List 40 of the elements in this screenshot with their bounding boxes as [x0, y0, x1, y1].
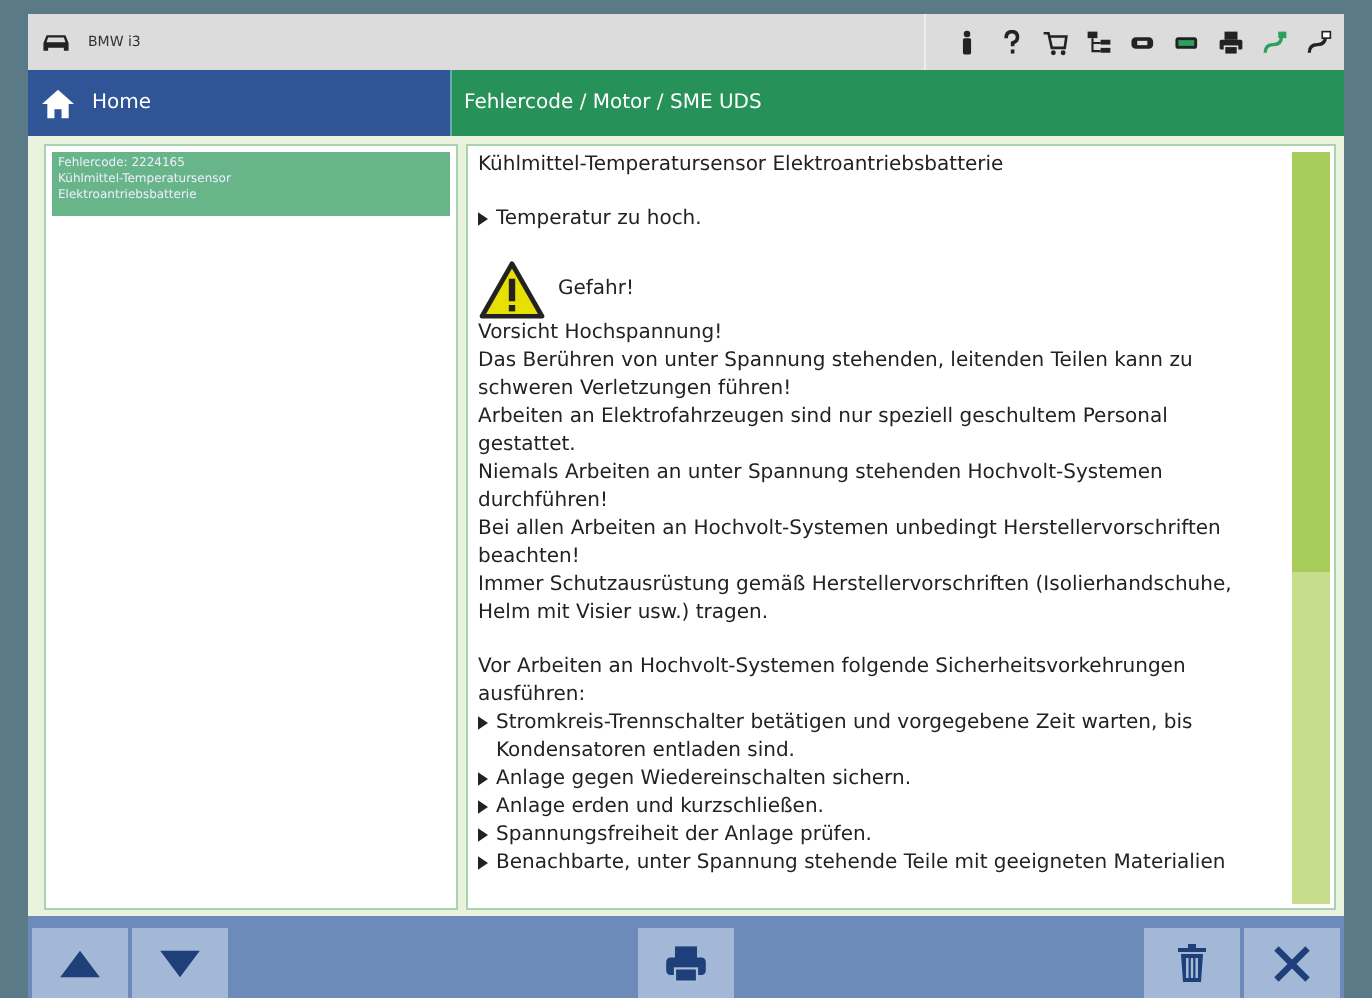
home-icon: [40, 87, 76, 119]
bullet-icon: [478, 716, 488, 730]
bullet-icon: [478, 828, 488, 842]
text-line: Niemals Arbeiten an unter Spannung stehenden Hochvolt-Systemen durchführen!: [478, 460, 1165, 516]
bullet-icon: [478, 772, 488, 786]
scrollbar[interactable]: [1292, 152, 1330, 904]
bullet-icon: [478, 800, 488, 814]
plug-icon[interactable]: [1306, 29, 1332, 55]
text-line: Bei allen Arbeiten an Hochvolt-Systemen unbedingt Herstellervorschriften beachten!: [478, 516, 1223, 572]
network-icon[interactable]: [1086, 29, 1112, 55]
text-line: Vor Arbeiten an Hochvolt-Systemen folgende Sicherheitsvorkehrungen ausführen:: [478, 654, 1188, 710]
bullet-text: Stromkreis-Trennschalter betätigen und vorgegebene Zeit warten, bis Kondensatoren entladen sind.: [496, 710, 1195, 766]
home-button[interactable]: Home: [28, 70, 450, 136]
bullet-icon: [478, 212, 488, 226]
help-icon[interactable]: [998, 29, 1024, 55]
print-button[interactable]: [638, 928, 734, 998]
text-line: Das Berühren von unter Spannung stehenden, leitenden Teilen kann zu schweren Verletzungen führen!: [478, 348, 1195, 404]
bullet-text: Anlage gegen Wiedereinschalten sichern.: [496, 766, 912, 794]
scroll-thumb[interactable]: [1292, 152, 1330, 572]
text-line: Immer Schutzausrüstung gemäß Herstellervorschriften (Isolierhandschuhe, Helm mit Visier usw.) tragen.: [478, 572, 1234, 628]
scroll-down-button[interactable]: [132, 928, 228, 998]
close-button[interactable]: [1244, 928, 1340, 998]
fault-title: Kühlmittel-Temperatursensor Elektroantriebsbatterie: [478, 152, 1006, 180]
scroll-up-button[interactable]: [32, 928, 128, 998]
bullet-text: Anlage erden und kurzschließen.: [496, 794, 824, 822]
warning-icon: [478, 260, 546, 320]
printer-icon: [664, 943, 708, 983]
warning-label: Gefahr!: [558, 276, 635, 304]
printer-icon[interactable]: [1218, 29, 1244, 55]
text-line: Vorsicht Hochspannung!: [478, 320, 725, 348]
close-icon: [1270, 943, 1314, 983]
delete-button[interactable]: [1144, 928, 1240, 998]
bullet-text: Benachbarte, unter Spannung stehende Teile mit geeigneten Materialien: [496, 850, 1226, 878]
car-icon: [40, 31, 72, 53]
text-line: Arbeiten an Elektrofahrzeugen sind nur speziell geschultem Personal gestattet.: [478, 404, 1170, 460]
bullet-text: Temperatur zu hoch.: [496, 206, 702, 234]
bullet-text: Spannungsfreiheit der Anlage prüfen.: [496, 822, 872, 850]
breadcrumb: Fehlercode / Motor / SME UDS: [464, 92, 762, 114]
cart-icon[interactable]: [1042, 29, 1068, 55]
bullet-icon: [478, 856, 488, 870]
